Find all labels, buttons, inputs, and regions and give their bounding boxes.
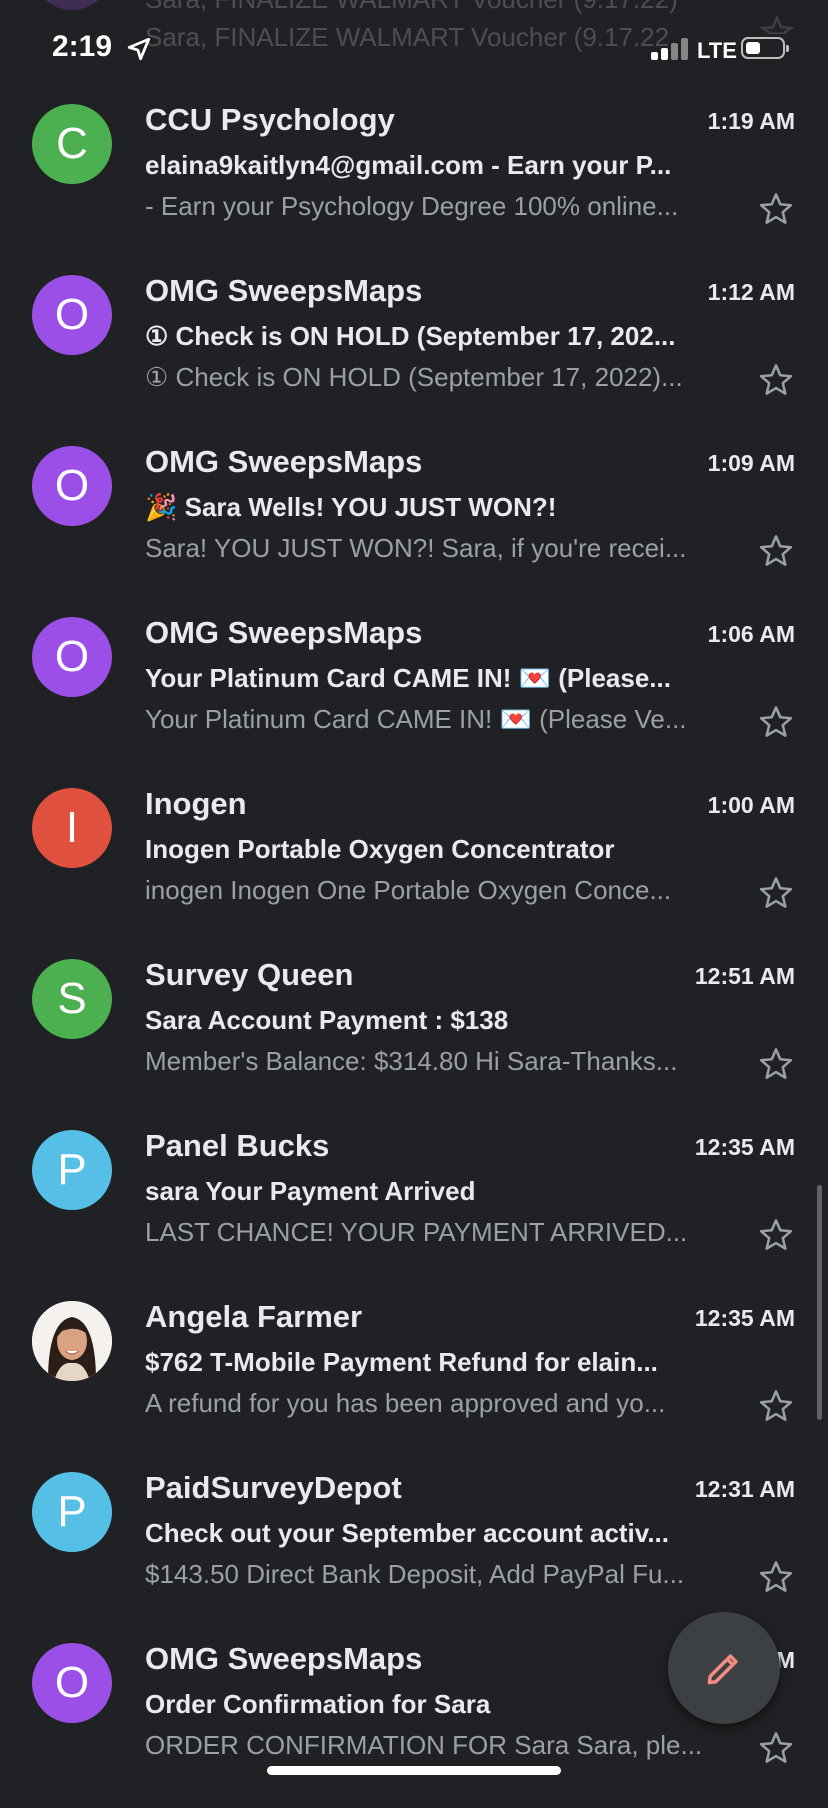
star-icon[interactable] (757, 1045, 795, 1083)
sender-avatar[interactable]: P (32, 1472, 112, 1552)
email-snippet: inogen Inogen One Portable Oxygen Conce.… (145, 875, 672, 905)
sender-name: OMG SweepsMaps (145, 273, 423, 308)
email-snippet: Sara! YOU JUST WON?! Sara, if you're rec… (145, 533, 687, 563)
status-bar: Sara, FINALIZE WALMART Voucher (9.17.22)… (0, 0, 828, 100)
star-icon[interactable] (757, 874, 795, 912)
email-row[interactable]: P PaidSurveyDepot 12:31 AM Check out your S… (0, 1466, 828, 1637)
star-icon[interactable] (757, 703, 795, 741)
star-icon[interactable] (757, 1387, 795, 1425)
email-list: C CCU Psychology 1:19 AM elaina9kaitlyn4@gm… (0, 98, 828, 1808)
received-time: 12:35 AM (694, 1305, 795, 1331)
previous-row-star-icon (759, 14, 795, 34)
email-snippet: LAST CHANCE! YOUR PAYMENT ARRIVED... (145, 1217, 688, 1247)
network-type: LTE (697, 38, 737, 63)
sender-avatar[interactable]: O (32, 1643, 112, 1723)
sender-name: OMG SweepsMaps (145, 444, 423, 479)
sender-name: CCU Psychology (145, 102, 395, 137)
email-subject: Order Confirmation for Sara (145, 1689, 491, 1719)
email-subject: Check out your September account activ..… (145, 1518, 669, 1548)
scrollbar[interactable] (817, 1185, 822, 1420)
sender-name: OMG SweepsMaps (145, 615, 423, 650)
compose-button[interactable] (668, 1612, 780, 1724)
sender-avatar[interactable]: S (32, 959, 112, 1039)
star-icon[interactable] (757, 1558, 795, 1596)
sender-name: Panel Bucks (145, 1128, 330, 1163)
email-row[interactable]: C CCU Psychology 1:19 AM elaina9kaitlyn4@gm… (0, 98, 828, 269)
sender-name: Survey Queen (145, 957, 354, 992)
email-snippet: ① Check is ON HOLD (September 17, 2022).… (145, 362, 683, 392)
email-subject: Your Platinum Card CAME IN! 💌 (Please... (145, 663, 671, 693)
battery-icon (741, 37, 789, 59)
received-time: 1:09 AM (707, 450, 795, 476)
email-snippet: ORDER CONFIRMATION FOR Sara Sara, ple... (145, 1730, 703, 1760)
email-snippet: $143.50 Direct Bank Deposit, Add PayPal … (145, 1559, 685, 1589)
location-arrow-icon (127, 37, 151, 61)
received-time: 12:51 AM (694, 963, 795, 989)
sender-avatar[interactable]: O (32, 617, 112, 697)
email-row[interactable]: Angela Farmer 12:35 AM $762 T-Mobile Payme… (0, 1295, 828, 1466)
sender-name: OMG SweepsMaps (145, 1641, 423, 1676)
sender-avatar[interactable]: O (32, 275, 112, 355)
sender-name: Inogen (145, 786, 247, 821)
star-icon[interactable] (757, 190, 795, 228)
email-snippet: A refund for you has been approved and y… (145, 1388, 666, 1418)
star-icon[interactable] (757, 1216, 795, 1254)
pencil-icon (707, 1654, 738, 1685)
email-row[interactable]: I Inogen 1:00 AM Inogen Portable Oxygen Con… (0, 782, 828, 953)
email-row[interactable]: O OMG SweepsMaps 1:06 AM Your Platinum Card… (0, 611, 828, 782)
email-row[interactable]: P Panel Bucks 12:35 AM sara Your Payment Ar… (0, 1124, 828, 1295)
sender-avatar[interactable]: I (32, 788, 112, 868)
previous-row-avatar (32, 0, 112, 10)
sender-avatar[interactable]: O (32, 446, 112, 526)
email-subject: Sara Account Payment : $138 (145, 1005, 509, 1035)
sender-name: Angela Farmer (145, 1299, 363, 1334)
email-subject: elaina9kaitlyn4@gmail.com - Earn your P.… (145, 150, 672, 180)
previous-row-subject: Sara, FINALIZE WALMART Voucher (9.17.22) (145, 0, 678, 15)
clock: 2:19 (52, 30, 113, 63)
email-subject: Inogen Portable Oxygen Concentrator (145, 834, 615, 864)
email-snippet: Your Platinum Card CAME IN! 💌 (Please Ve… (145, 704, 687, 734)
email-row[interactable]: O OMG SweepsMaps 1:09 AM 🎉 Sara Wells! YOU … (0, 440, 828, 611)
star-icon[interactable] (757, 361, 795, 399)
email-subject: $762 T-Mobile Payment Refund for elain..… (145, 1347, 658, 1377)
sender-photo-avatar[interactable] (32, 1301, 112, 1381)
email-snippet: - Earn your Psychology Degree 100% onlin… (145, 191, 679, 221)
star-icon[interactable] (757, 1729, 795, 1767)
star-icon[interactable] (757, 532, 795, 570)
email-snippet: Member's Balance: $314.80 Hi Sara-Thanks… (145, 1046, 678, 1076)
sender-avatar[interactable]: P (32, 1130, 112, 1210)
email-row[interactable]: S Survey Queen 12:51 AM Sara Account Paymen… (0, 953, 828, 1124)
received-time: 1:00 AM (707, 792, 795, 818)
sender-avatar[interactable]: C (32, 104, 112, 184)
received-time: 1:19 AM (707, 108, 795, 134)
received-time: 1:12 AM (707, 279, 795, 305)
sender-name: PaidSurveyDepot (145, 1470, 402, 1505)
email-subject: sara Your Payment Arrived (145, 1176, 476, 1206)
email-subject: 🎉 Sara Wells! YOU JUST WON?! (145, 492, 557, 522)
cellular-signal-icon (651, 38, 691, 60)
email-row[interactable]: O OMG SweepsMaps 1:12 AM ① Check is ON HOLD… (0, 269, 828, 440)
received-time: 1:06 AM (707, 621, 795, 647)
email-subject: ① Check is ON HOLD (September 17, 202... (145, 321, 676, 351)
received-time: 12:35 AM (694, 1134, 795, 1160)
home-indicator[interactable] (267, 1766, 561, 1775)
received-time: 12:31 AM (694, 1476, 795, 1502)
previous-row-snippet: Sara, FINALIZE WALMART Voucher (9.17.22 (145, 22, 670, 52)
